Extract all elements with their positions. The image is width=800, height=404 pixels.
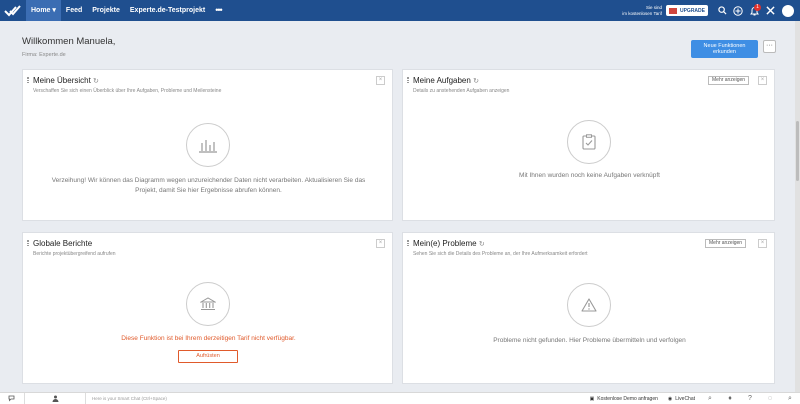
tools-icon[interactable] [762,0,778,21]
clipboard-icon [567,120,611,164]
nav-feed[interactable]: Feed [61,0,87,21]
flag-icon [668,7,677,14]
chart-placeholder-icon [186,123,230,167]
drag-handle-icon[interactable] [27,240,29,246]
show-more-button[interactable]: Mehr anzeigen [708,76,750,85]
no-tasks-message: Mit Ihnen wurden noch keine Aufgaben ver… [519,172,660,179]
widget-title: Meine Übersicht ↻ [33,76,99,85]
nav-home[interactable]: Home ▾ [26,0,61,21]
new-features-line-2: erkunden [713,49,736,55]
plan-info: Sie sind im kostenlosen Tarif [622,5,662,16]
widget-title: Mein(e) Probleme ↻ [413,239,485,248]
plan-restriction-message: Diese Funktion ist bei Ihrem derzeitigen… [121,335,296,342]
refresh-icon[interactable]: ↻ [473,78,479,85]
user-status-icon[interactable]: ◌ [760,393,780,404]
no-data-message: Verzeihung! Wir können das Diagramm wege… [23,176,394,196]
scrollbar-thumb[interactable] [796,121,799,181]
footer-bar: Here is your Smart Chat (Ctrl+Space) ▣ Ko… [0,392,800,404]
nav-home-label: Home [31,7,51,14]
calendar-icon: ▣ [589,395,595,402]
new-features-button[interactable]: Neue Funktionen erkunden [691,40,758,58]
top-navigation-bar: Home ▾ Feed Projekte Experte.de-Testproj… [0,0,800,21]
search-icon[interactable] [714,0,730,21]
widget-title: Globale Berichte [33,239,93,248]
demo-request-label: Kostenlose Demo anfragen [597,395,658,402]
firm-label: Firma: Experte.de [22,52,66,58]
smart-chat-input[interactable]: Here is your Smart Chat (Ctrl+Space) [92,396,585,401]
refresh-icon[interactable]: ↻ [93,78,99,85]
demo-request-link[interactable]: ▣ Kostenlose Demo anfragen [585,393,663,404]
close-widget-button[interactable]: × [758,239,767,248]
notifications-bell-icon[interactable]: 1 [746,0,762,21]
notification-footer-icon[interactable]: ♦ [720,393,740,404]
plan-line-2: im kostenlosen Tarif [622,10,662,16]
drag-handle-icon[interactable] [407,240,409,246]
bank-building-icon [186,282,230,326]
livechat-icon: ◉ [667,395,673,402]
notification-badge: 1 [754,4,761,11]
refresh-icon[interactable]: ↻ [479,241,485,248]
widget-title-text: Mein(e) Probleme [413,239,477,248]
widget-title-text: Meine Aufgaben [413,76,471,85]
drag-handle-icon[interactable] [27,77,29,83]
show-more-button[interactable]: Mehr anzeigen [705,239,747,248]
tasks-widget: Meine Aufgaben ↻ Details zu anstehenden … [402,69,775,221]
help-icon[interactable]: ? [740,393,760,404]
user-avatar[interactable] [782,4,794,17]
widget-subtitle: Verschaffen Sie sich einen Überblick übe… [33,88,222,94]
no-data-message-line-2: Projekt, damit Sie hier Ergebnisse abruf… [135,187,282,194]
nav-more-button[interactable]: ••• [210,0,226,21]
widget-subtitle: Sehen Sie sich die Details des Probleme … [413,251,588,257]
no-problems-message: Probleme nicht gefunden. Hier Probleme ü… [493,337,686,344]
widget-subtitle: Berichte projektübergreifend aufrufen [33,251,116,257]
no-data-message-line-1: Verzeihung! Wir können das Diagramm wege… [51,177,366,184]
page-scrollbar[interactable] [795,21,800,392]
app-logo-icon[interactable] [0,0,26,21]
contacts-icon[interactable] [25,393,85,404]
reports-widget: Globale Berichte Berichte projektübergre… [22,232,393,384]
upgrade-plan-button[interactable]: Aufrüsten [178,350,238,363]
nav-current-project[interactable]: Experte.de-Testprojekt [125,0,210,21]
footer-divider [85,392,86,404]
warning-icon [567,283,611,327]
widget-title-text: Meine Übersicht [33,76,91,85]
upgrade-label: UPGRADE [679,7,705,14]
widget-subtitle: Details zu anstehenden Aufgaben anzeigen [413,88,510,94]
livechat-label: LiveChat [675,395,695,402]
problems-widget: Mein(e) Probleme ↻ Sehen Sie sich die De… [402,232,775,384]
livechat-link[interactable]: ◉ LiveChat [663,393,700,404]
footer-search-icon[interactable]: ⌕ [780,393,800,404]
welcome-heading: Willkommen Manuela, [22,36,116,47]
widget-title: Meine Aufgaben ↻ [413,76,479,85]
chat-bubbles-icon[interactable] [0,393,24,404]
drag-handle-icon[interactable] [407,77,409,83]
close-widget-button[interactable]: × [376,76,385,85]
nav-projects[interactable]: Projekte [87,0,125,21]
chevron-down-icon: ▾ [52,7,56,14]
search-people-icon[interactable]: ⌕ [700,393,720,404]
close-widget-button[interactable]: × [758,76,767,85]
overview-widget: Meine Übersicht ↻ Verschaffen Sie sich e… [22,69,393,221]
more-options-button[interactable]: ··· [763,40,776,53]
upgrade-button[interactable]: UPGRADE [665,5,708,16]
close-widget-button[interactable]: × [376,239,385,248]
add-icon[interactable] [730,0,746,21]
